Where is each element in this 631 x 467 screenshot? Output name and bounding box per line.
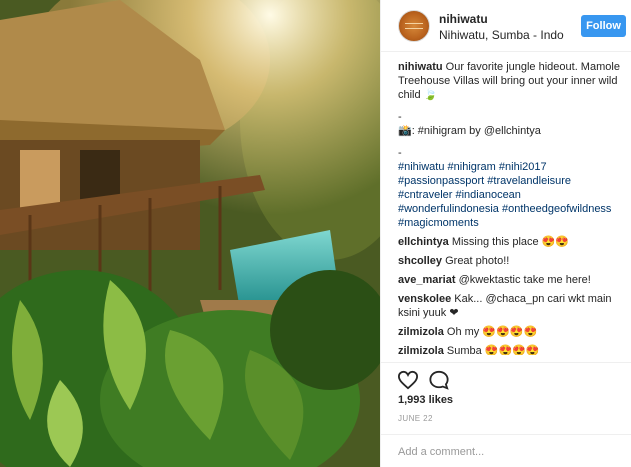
post-header: nihiwatu Nihiwatu, Sumba - Indo... Follo… [381,0,631,52]
caption-username[interactable]: nihiwatu [398,61,443,73]
comment-text: Sumba 😍😍😍😍 [446,345,540,355]
post-sidebar: nihiwatu Nihiwatu, Sumba - Indo... Follo… [380,0,631,467]
comment: venskolee Kak... @chaca_pn cari wkt main… [398,292,623,320]
comment-bubble-icon[interactable] [428,370,450,390]
add-comment-field[interactable]: Add a comment... [381,434,631,467]
like-count[interactable]: 1,993 likes [398,394,453,406]
follow-button[interactable]: Follow [581,15,626,37]
comment: shcolley Great photo!! [398,254,623,268]
username[interactable]: nihiwatu [439,12,488,26]
hashtags[interactable]: #nihiwatu #nihigram #nihi2017 #passionpa… [398,160,623,230]
comment: ellchintya Missing this place 😍😍 [398,235,623,249]
treehouse-photo [0,0,380,467]
post-actions [381,362,631,392]
comment-text: Great photo!! [445,255,510,267]
caption-dash: - [398,111,402,123]
comment-username[interactable]: venskolee [398,293,451,305]
post-date[interactable]: JUNE 22 [398,414,433,423]
photo-credit: 📸: #nihigram by @ellchintya [398,125,541,137]
comment: zilmizola Oh my 😍😍😍😍 [398,325,623,339]
comment-username[interactable]: zilmizola [398,326,444,338]
comment-text: Oh my 😍😍😍😍 [446,326,538,338]
heart-icon[interactable] [397,370,419,390]
comment-username[interactable]: ave_mariat [398,274,456,286]
comment: ave_mariat @kwektastic take me here! [398,273,623,287]
comment: zilmizola Sumba 😍😍😍😍 [398,344,623,355]
post-photo[interactable] [0,0,380,467]
location-link[interactable]: Nihiwatu, Sumba - Indo... [439,28,564,42]
comments-list[interactable]: nihiwatu Our favorite jungle hideout. Ma… [381,60,631,355]
comment-text: @kwektastic take me here! [458,274,591,286]
comment-username[interactable]: ellchintya [398,236,449,248]
avatar[interactable] [398,10,430,42]
caption: nihiwatu Our favorite jungle hideout. Ma… [398,60,623,230]
comment-username[interactable]: shcolley [398,255,442,267]
comment-username[interactable]: zilmizola [398,345,444,355]
caption-dash-2: - [398,147,402,159]
comment-text: Missing this place 😍😍 [451,236,570,248]
add-comment-placeholder: Add a comment... [398,446,485,458]
